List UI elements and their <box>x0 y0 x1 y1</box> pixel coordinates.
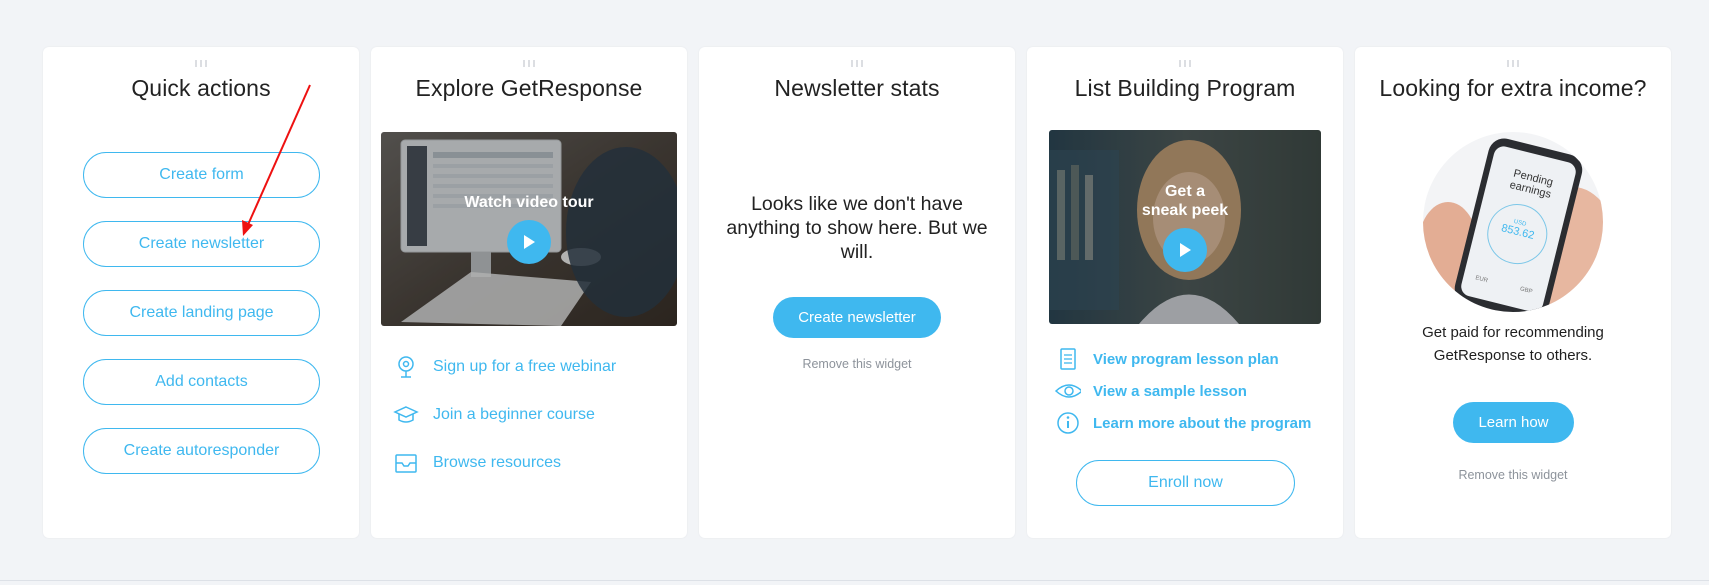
earnings-gauge: USD 853.62 <box>1480 197 1554 271</box>
inbox-icon <box>393 450 419 476</box>
webinar-icon <box>393 354 419 380</box>
explore-widget: Explore GetResponse Watch video tour Sig… <box>371 47 687 538</box>
browse-resources-link-label: Browse resources <box>433 454 562 471</box>
quick-actions-widget: Quick actions Create form Create newslet… <box>43 47 359 538</box>
learn-more-link[interactable]: Learn more about the program <box>1055 410 1311 436</box>
remove-widget-link[interactable]: Remove this widget <box>699 357 1015 371</box>
drag-handle[interactable] <box>523 60 535 67</box>
widget-title: Explore GetResponse <box>415 75 643 101</box>
remove-widget-link[interactable]: Remove this widget <box>1355 468 1671 482</box>
empty-state-message: Looks like we don't have anything to sho… <box>726 193 988 263</box>
phone-header: Pending earnings <box>1508 167 1555 201</box>
sneak-peek-video-thumbnail[interactable]: Get a sneak peek <box>1049 130 1321 324</box>
video-caption-line1: Get a <box>1164 183 1205 200</box>
widget-title: List Building Program <box>1074 75 1296 101</box>
extra-income-widget: Looking for extra income? Pending earnin… <box>1355 47 1671 538</box>
create-newsletter-button[interactable]: Create newsletter <box>773 297 941 338</box>
page-divider <box>0 580 1709 581</box>
create-landing-page-button[interactable]: Create landing page <box>83 290 320 336</box>
learn-more-link-label: Learn more about the program <box>1093 414 1312 432</box>
list-building-widget: List Building Program Get a sneak peek V… <box>1027 47 1343 538</box>
drag-handle[interactable] <box>1179 60 1191 67</box>
drag-handle[interactable] <box>851 60 863 67</box>
learn-how-button[interactable]: Learn how <box>1453 402 1574 443</box>
sample-lesson-link[interactable]: View a sample lesson <box>1055 378 1247 404</box>
annotation-arrow <box>242 84 311 236</box>
browse-resources-link[interactable]: Browse resources <box>393 450 561 476</box>
add-contacts-button[interactable]: Add contacts <box>83 359 320 405</box>
newsletter-stats-widget: Newsletter stats Looks like we don't hav… <box>699 47 1015 538</box>
video-caption-line2: sneak peek <box>1141 202 1229 219</box>
video-tour-thumbnail[interactable]: Watch video tour <box>381 132 677 326</box>
phone-bottom-left: EUR <box>1474 275 1489 285</box>
webinar-link-label: Sign up for a free webinar <box>433 358 617 375</box>
video-caption: Watch video tour <box>464 194 594 211</box>
play-icon[interactable] <box>1163 228 1207 272</box>
lesson-plan-link[interactable]: View program lesson plan <box>1055 346 1279 372</box>
eye-icon <box>1055 378 1081 404</box>
widget-title: Looking for extra income? <box>1379 75 1647 101</box>
webinar-link[interactable]: Sign up for a free webinar <box>393 354 616 380</box>
drag-handle[interactable] <box>1507 60 1519 67</box>
info-icon <box>1055 410 1081 436</box>
widgets-row: Quick actions Create form Create newslet… <box>43 47 1671 538</box>
document-icon <box>1055 346 1081 372</box>
affiliate-illustration: Pending earnings USD 853.62 EUR GBP <box>1423 132 1603 312</box>
create-autoresponder-button[interactable]: Create autoresponder <box>83 428 320 474</box>
lesson-plan-link-label: View program lesson plan <box>1093 350 1279 368</box>
affiliate-description: Get paid for recommending GetResponse to… <box>1422 324 1604 364</box>
sample-lesson-link-label: View a sample lesson <box>1093 382 1247 400</box>
widget-title: Newsletter stats <box>774 75 940 101</box>
beginner-course-link-label: Join a beginner course <box>433 406 595 423</box>
play-icon[interactable] <box>507 220 551 264</box>
graduation-cap-icon <box>393 402 419 428</box>
beginner-course-link[interactable]: Join a beginner course <box>393 402 595 428</box>
phone-bottom-right: GBP <box>1519 286 1534 296</box>
enroll-now-button[interactable]: Enroll now <box>1076 460 1295 506</box>
